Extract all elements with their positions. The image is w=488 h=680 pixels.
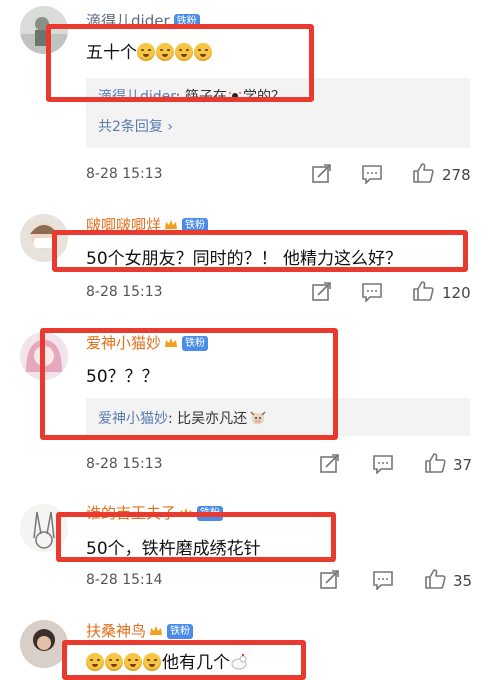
timestamp: 8-28 15:13 [86, 284, 163, 300]
fan-badge: 铁粉 [197, 506, 224, 521]
username[interactable]: 爱神小猫妙 铁粉 [86, 332, 209, 353]
reply-line: 爱神小猫妙: 比吴亦凡还 [98, 408, 267, 428]
chicken-emoji-icon [230, 654, 248, 670]
comment-text: 五十个 [86, 38, 213, 63]
comment-icon[interactable] [361, 282, 383, 302]
like-icon[interactable] [424, 452, 446, 474]
reply-text: : 比吴亦凡还 [168, 411, 248, 427]
reply-text-2: 学的？ [242, 89, 285, 105]
username-text[interactable]: 啵唧啵唧烊 [86, 216, 161, 234]
emoji-icon [137, 43, 155, 61]
like-icon[interactable] [424, 568, 446, 590]
crown-icon [165, 338, 178, 347]
username-text[interactable]: 爱神小猫妙 [86, 334, 161, 352]
repost-icon[interactable] [311, 282, 333, 302]
comment-text: 50个女朋友？同时的？！ 他精力这么好？ [86, 249, 403, 269]
chevron-right-icon: › [167, 119, 173, 135]
repost-icon[interactable] [319, 570, 341, 590]
emoji-icon [227, 90, 243, 102]
emoji-icon [124, 653, 142, 671]
reply-username[interactable]: 滴得儿dider [98, 89, 176, 105]
timestamp: 8-28 15:14 [86, 572, 163, 588]
avatar[interactable] [20, 214, 68, 262]
crown-icon [165, 220, 178, 229]
avatar[interactable] [20, 620, 68, 668]
more-replies-link[interactable]: 共2条回复 › [98, 116, 173, 136]
comment-text: 他有几个 [86, 648, 248, 673]
emoji-icon [143, 653, 161, 671]
username-text[interactable]: 扶桑神鸟 [86, 622, 146, 640]
username-text[interactable]: 谁的吉王夫子 [86, 504, 176, 522]
like-count: 278 [442, 166, 471, 184]
avatar[interactable] [20, 504, 68, 552]
username[interactable]: 扶桑神鸟 铁粉 [86, 620, 194, 641]
username[interactable]: 滴得儿dider 铁粉 [86, 10, 200, 31]
emoji-icon [194, 43, 212, 61]
cow-emoji-icon [249, 410, 267, 426]
crown-icon [180, 508, 193, 517]
repost-icon[interactable] [311, 164, 333, 184]
comment-icon[interactable] [372, 570, 394, 590]
username-text[interactable]: 滴得儿dider [86, 12, 170, 30]
like-count: 35 [453, 572, 473, 590]
comment-icon[interactable] [372, 454, 394, 474]
reply-username[interactable]: 爱神小猫妙 [98, 411, 168, 427]
emoji-icon [156, 43, 174, 61]
emoji-icon [86, 653, 104, 671]
comment-text: 50？？？ [86, 367, 159, 387]
fan-badge: 铁粉 [173, 14, 200, 29]
comment-icon[interactable] [361, 164, 383, 184]
timestamp: 8-28 15:13 [86, 456, 163, 472]
emoji-icon [105, 653, 123, 671]
reply-preview[interactable]: 爱神小猫妙: 比吴亦凡还 [86, 398, 470, 436]
reply-text: : 筷子在 [175, 89, 227, 105]
comment-text-content: 他有几个 [162, 653, 230, 673]
avatar[interactable] [20, 332, 68, 380]
crown-icon [150, 626, 163, 635]
like-count: 120 [442, 284, 471, 302]
like-icon[interactable] [412, 280, 434, 302]
more-replies-label[interactable]: 共2条回复 [98, 119, 163, 135]
comment-text: 50个，铁杵磨成绣花针 [86, 539, 261, 559]
fan-badge: 铁粉 [167, 624, 194, 639]
username[interactable]: 谁的吉王夫子 铁粉 [86, 502, 224, 523]
repost-icon[interactable] [319, 454, 341, 474]
like-icon[interactable] [412, 162, 434, 184]
reply-line: 滴得儿dider: 筷子在 学的？ [98, 86, 285, 106]
emoji-icon [175, 43, 193, 61]
like-count: 37 [453, 456, 473, 474]
avatar[interactable] [20, 6, 68, 54]
reply-preview[interactable]: 滴得儿dider: 筷子在 学的？ 共2条回复 › [86, 78, 470, 148]
timestamp: 8-28 15:13 [86, 166, 163, 182]
fan-badge: 铁粉 [182, 336, 209, 351]
comment-text-content: 五十个 [86, 43, 137, 63]
fan-badge: 铁粉 [182, 218, 209, 233]
username[interactable]: 啵唧啵唧烊 铁粉 [86, 214, 209, 235]
